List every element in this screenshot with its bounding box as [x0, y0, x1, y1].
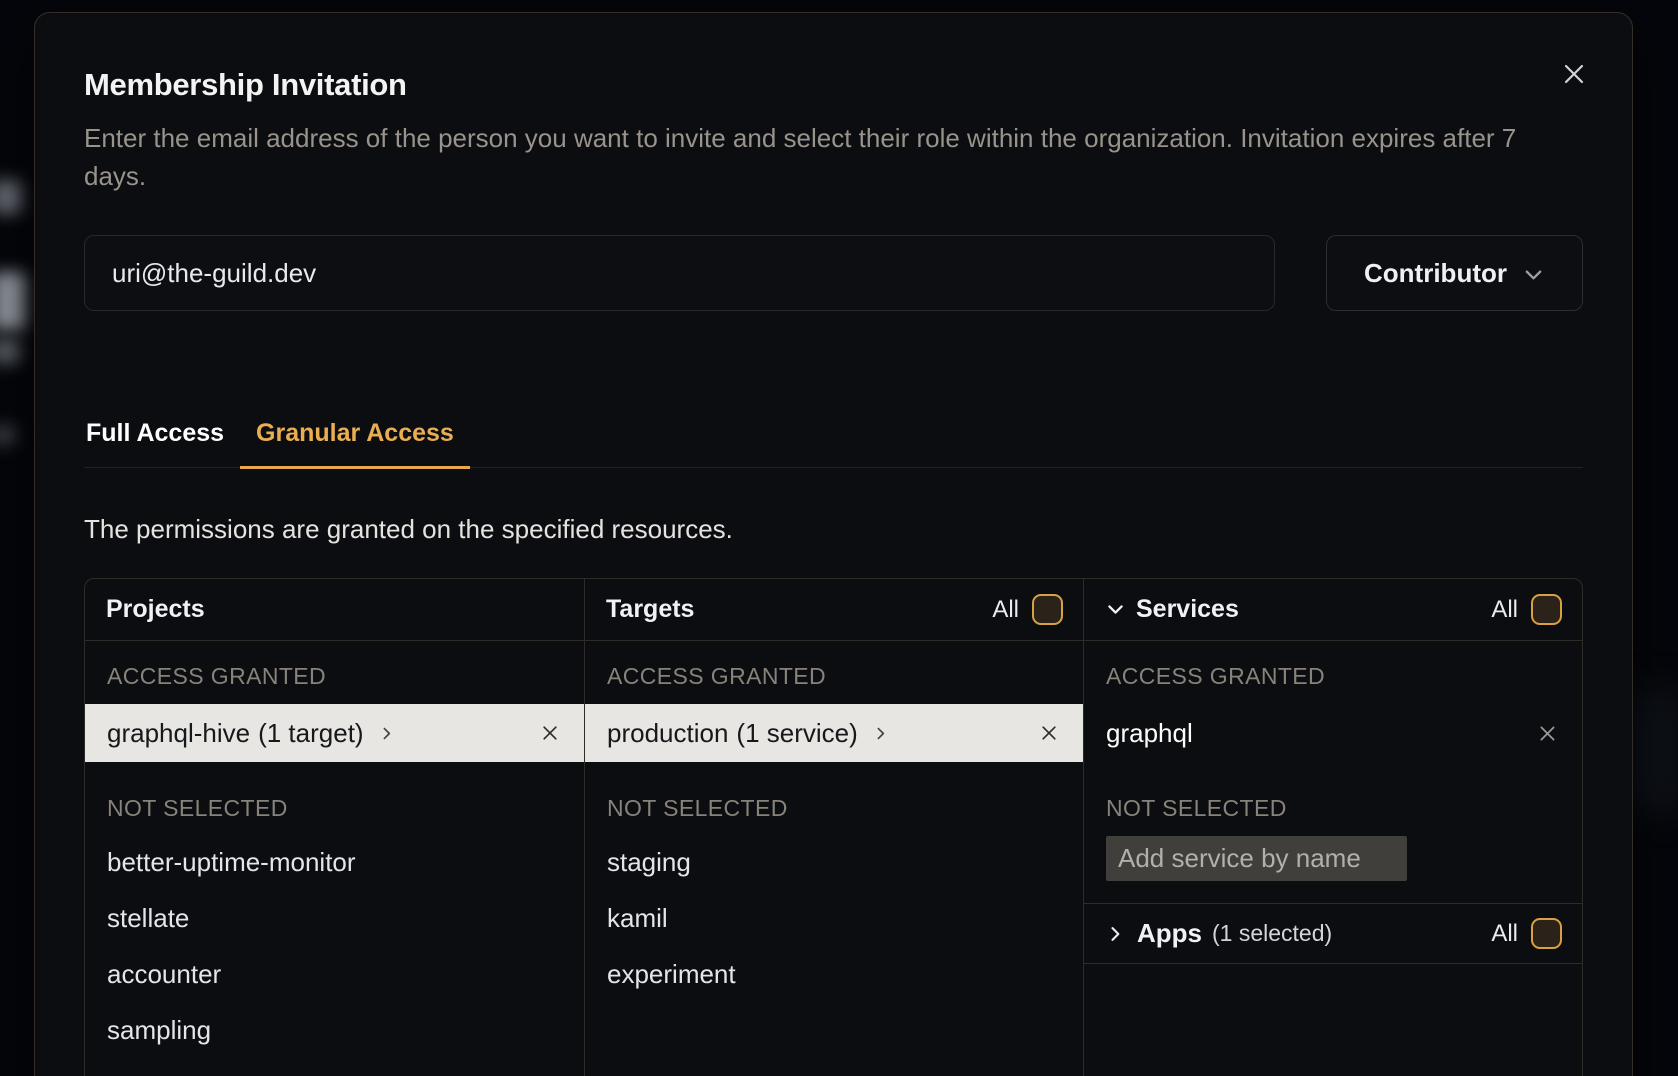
projects-header-label: Projects: [106, 595, 205, 624]
apps-section-row[interactable]: Apps (1 selected) All: [1084, 903, 1582, 964]
selected-project-name: graphql-hive: [107, 718, 250, 749]
services-all-checkbox[interactable]: [1531, 594, 1562, 625]
apps-section-title: Apps: [1137, 918, 1202, 949]
granted-service-name: graphql: [1106, 718, 1193, 749]
apps-selected-count: (1 selected): [1212, 920, 1332, 947]
tab-full-access[interactable]: Full Access: [84, 419, 240, 469]
project-item[interactable]: better-uptime-monitor: [85, 834, 584, 890]
services-column: Services All ACCESS GRANTED graphql NOT …: [1083, 579, 1582, 1076]
dialog-description: Enter the email address of the person yo…: [84, 119, 1579, 195]
services-all-wrap: All: [1491, 594, 1562, 625]
target-item[interactable]: staging: [585, 834, 1083, 890]
role-select[interactable]: Contributor: [1326, 235, 1583, 311]
dialog-title: Membership Invitation: [84, 67, 1583, 103]
invite-form-row: Contributor: [84, 235, 1583, 311]
services-all-label: All: [1491, 596, 1518, 624]
selected-target-row[interactable]: production (1 service): [585, 704, 1083, 762]
chevron-right-icon: [1105, 924, 1125, 944]
remove-target-icon[interactable]: [1039, 723, 1059, 743]
targets-access-granted-label: ACCESS GRANTED: [585, 663, 1083, 690]
apps-all-label: All: [1491, 920, 1518, 948]
x-icon: [540, 723, 560, 743]
remove-service-icon[interactable]: [1537, 723, 1558, 744]
permissions-note: The permissions are granted on the speci…: [84, 514, 1583, 545]
target-item[interactable]: experiment: [585, 946, 1083, 1002]
permissions-table: Projects ACCESS GRANTED graphql-hive (1 …: [84, 578, 1583, 1076]
targets-header: Targets All: [585, 579, 1083, 641]
apps-all-checkbox[interactable]: [1531, 918, 1562, 949]
project-item[interactable]: accounter: [85, 946, 584, 1002]
x-icon: [1039, 723, 1059, 743]
projects-column: Projects ACCESS GRANTED graphql-hive (1 …: [85, 579, 584, 1076]
services-header[interactable]: Services All: [1084, 579, 1582, 641]
targets-all-wrap: All: [992, 594, 1063, 625]
selected-target-name: production: [607, 718, 728, 749]
email-input[interactable]: [84, 235, 1275, 311]
background-fragment: [0, 272, 26, 330]
background-fragment: [0, 425, 16, 445]
add-service-input[interactable]: [1106, 836, 1407, 881]
tab-granular-access[interactable]: Granular Access: [240, 419, 470, 469]
targets-not-selected-label: NOT SELECTED: [585, 795, 1083, 822]
access-tabs: Full Access Granular Access: [84, 419, 1583, 468]
selected-target-detail: (1 service): [736, 718, 857, 749]
background-fragment: [0, 180, 22, 214]
chevron-down-icon: [1105, 599, 1126, 620]
background-fragment: [0, 338, 20, 364]
services-access-granted-label: ACCESS GRANTED: [1084, 663, 1582, 690]
membership-invitation-dialog: Membership Invitation Enter the email ad…: [34, 12, 1633, 1076]
targets-all-checkbox[interactable]: [1032, 594, 1063, 625]
x-icon: [1537, 723, 1558, 744]
role-select-value: Contributor: [1364, 258, 1507, 289]
projects-header: Projects: [85, 579, 584, 641]
selected-project-row[interactable]: graphql-hive (1 target): [85, 704, 584, 762]
chevron-right-icon: [872, 725, 889, 742]
targets-header-label: Targets: [606, 595, 694, 624]
targets-not-selected-list: staging kamil experiment: [585, 834, 1083, 1002]
project-item[interactable]: stellate: [85, 890, 584, 946]
projects-not-selected-list: better-uptime-monitor stellate accounter…: [85, 834, 584, 1076]
services-header-label: Services: [1136, 595, 1239, 624]
selected-project-detail: (1 target): [258, 718, 364, 749]
chevron-down-icon: [1522, 263, 1545, 286]
projects-access-granted-label: ACCESS GRANTED: [85, 663, 584, 690]
project-item[interactable]: sampling: [85, 1002, 584, 1058]
targets-all-label: All: [992, 596, 1019, 624]
targets-column: Targets All ACCESS GRANTED production (1…: [584, 579, 1083, 1076]
background-glow: [1633, 690, 1678, 810]
granted-service-row: graphql: [1084, 704, 1582, 762]
target-item[interactable]: kamil: [585, 890, 1083, 946]
chevron-right-icon: [378, 725, 395, 742]
apps-all-wrap: All: [1491, 918, 1562, 949]
projects-not-selected-label: NOT SELECTED: [85, 795, 584, 822]
remove-project-icon[interactable]: [540, 723, 560, 743]
project-item[interactable]: federation-and-app-deployments: [85, 1058, 584, 1076]
services-not-selected-label: NOT SELECTED: [1084, 795, 1582, 822]
